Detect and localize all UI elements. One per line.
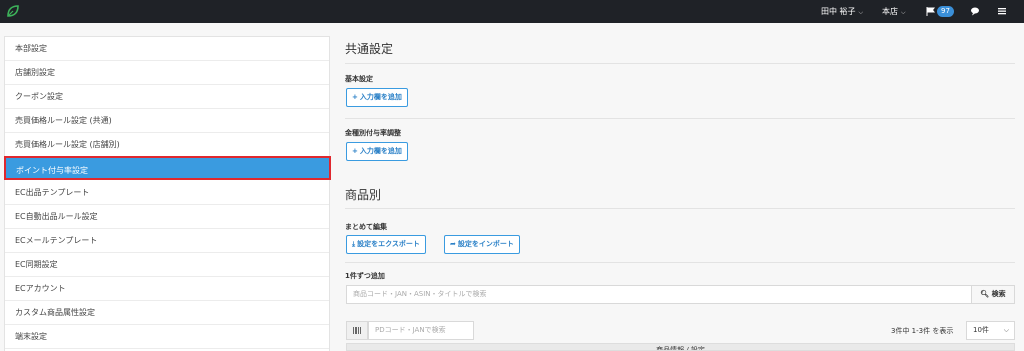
export-label: 設定をエクスポート [357,240,420,248]
leaf-logo-icon[interactable] [6,4,20,18]
sidebar-item-terminal[interactable]: 端末設定 [5,325,329,349]
sidebar-item-ec-sync[interactable]: EC同期設定 [5,253,329,277]
search-icon: 🔍︎ [980,290,990,298]
sidebar-item-ec-template[interactable]: EC出品テンプレート [5,181,329,205]
barcode-icon[interactable] [346,321,368,340]
notification-count-badge: 97 [937,6,954,17]
table-header: 商品情報 / 設定 [346,343,1015,351]
denomination-label: 金種別付与率調整 [345,129,401,137]
sidebar-item-ec-auto-listing[interactable]: EC自動出品ルール設定 [5,205,329,229]
user-name: 田中 裕子 [821,7,856,16]
chevron-down-icon: ⌵ [1003,326,1009,334]
import-label: 設定をインポート [457,240,514,248]
product-section-title: 商品別 [345,188,382,202]
search-button-label: 検索 [991,290,1006,298]
download-icon: ⤓ [352,240,356,248]
sidebar-item-price-rule-common[interactable]: 売買価格ルール設定 (共通) [5,109,329,133]
sidebar-item-custom-attributes[interactable]: カスタム商品属性設定 [5,301,329,325]
top-bar: 田中 裕子 ⌵ 本店 ⌵ 97 [0,0,1024,23]
sidebar-item-point-rate[interactable]: ポイント付与率設定 [4,156,331,180]
chat-icon[interactable] [969,5,981,17]
flag-icon [926,7,935,16]
divider [345,208,1015,209]
search-button[interactable]: 🔍︎ 検索 [971,285,1015,304]
import-settings-button[interactable]: ➦ 設定をインポート [444,235,520,254]
single-add-label: 1件ずつ追加 [345,272,385,280]
bulk-edit-label: まとめて編集 [345,223,387,231]
chevron-down-icon: ⌵ [901,9,906,16]
add-denomination-row-button[interactable]: + 入力欄を追加 [346,142,408,161]
settings-sidebar: 本部設定 店舗別設定 クーポン設定 売買価格ルール設定 (共通) 売買価格ルール… [4,36,331,351]
add-basic-row-button[interactable]: + 入力欄を追加 [346,88,408,107]
divider [345,63,1015,64]
menu-icon[interactable] [996,5,1008,17]
common-settings-title: 共通設定 [345,42,394,56]
sidebar-item-ec-account[interactable]: ECアカウント [5,277,329,301]
basic-settings-label: 基本設定 [345,75,373,83]
sidebar-item-price-rule-store[interactable]: 売買価格ルール設定 (店舗別) [5,133,329,157]
per-page-value: 10件 [973,326,989,334]
result-count-text: 3件中 1-3件 を表示 [891,327,954,335]
product-search-input[interactable]: 商品コード・JAN・ASIN・タイトルで検索 [346,285,972,304]
sidebar-item-ec-mail-template[interactable]: ECメールテンプレート [5,229,329,253]
chevron-down-icon: ⌵ [858,9,864,16]
plus-icon: + [352,93,358,101]
notifications-button[interactable]: 97 [926,0,954,23]
add-row-label: 入力欄を追加 [359,147,402,155]
share-icon: ➦ [450,240,456,248]
plus-icon: + [352,147,358,155]
store-name: 本店 [882,7,898,16]
export-settings-button[interactable]: ⤓ 設定をエクスポート [346,235,426,254]
user-menu[interactable]: 田中 裕子 ⌵ [821,0,863,23]
sidebar-item-headquarters[interactable]: 本部設定 [5,37,329,61]
add-row-label: 入力欄を追加 [359,93,402,101]
store-menu[interactable]: 本店 ⌵ [882,0,906,23]
sidebar-item-coupon[interactable]: クーポン設定 [5,85,329,109]
per-page-select[interactable]: 10件 ⌵ [966,321,1015,340]
pd-code-search-input[interactable]: PDコード・JANで検索 [368,321,474,340]
divider [345,262,1015,263]
sidebar-item-store-settings[interactable]: 店舗別設定 [5,61,329,85]
divider [345,118,1015,119]
